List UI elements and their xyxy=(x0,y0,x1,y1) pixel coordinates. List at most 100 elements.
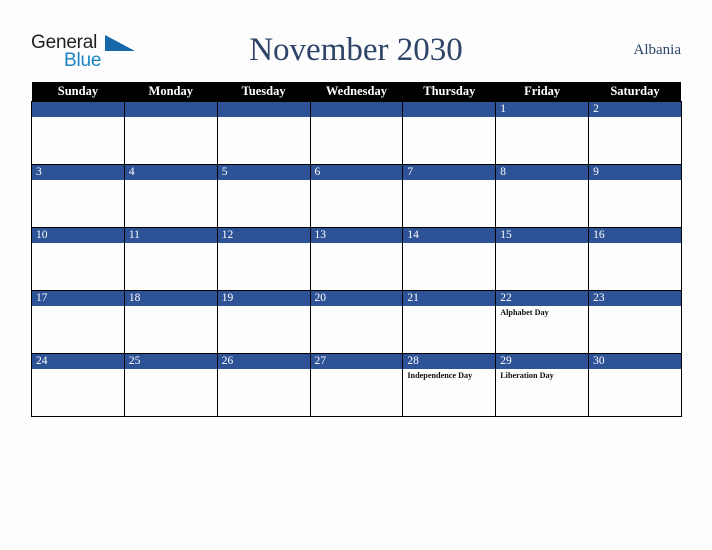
day-number: 9 xyxy=(589,165,681,180)
calendar-day-cell[interactable]: 19 xyxy=(216,290,311,354)
day-cell-body xyxy=(125,117,217,119)
calendar-day-cell[interactable]: 6 xyxy=(309,164,404,228)
calendar-week-row: 3456789 xyxy=(31,164,682,228)
day-cell-body xyxy=(311,306,403,308)
calendar-week-row: 12 xyxy=(31,101,682,165)
day-number: 28 xyxy=(403,354,496,369)
day-cell-body xyxy=(496,243,588,245)
day-number xyxy=(124,102,217,117)
calendar-day-cell[interactable]: 25 xyxy=(123,353,218,417)
day-cell-body xyxy=(125,180,217,182)
weekday-header-wednesday: Wednesday xyxy=(310,82,403,102)
day-number: 5 xyxy=(217,165,310,180)
day-cell-body xyxy=(32,369,124,371)
holiday-label: Alphabet Day xyxy=(500,308,549,317)
calendar-day-cell[interactable]: 28 Independence Day xyxy=(402,353,497,417)
calendar-day-cell[interactable]: 21 xyxy=(402,290,497,354)
weekday-header-monday: Monday xyxy=(124,82,218,102)
day-cell-body xyxy=(403,117,495,119)
calendar-empty-cell xyxy=(123,101,218,165)
day-number xyxy=(310,102,403,117)
day-number: 17 xyxy=(32,291,124,306)
calendar-page: General Blue November 2030 Albania Sunda… xyxy=(0,0,712,550)
day-number: 27 xyxy=(310,354,403,369)
calendar-day-cell[interactable]: 23 xyxy=(588,290,682,354)
day-cell-body: Liberation Day xyxy=(496,369,588,381)
day-number: 16 xyxy=(589,228,681,243)
day-cell-body xyxy=(218,243,310,245)
calendar-day-cell[interactable]: 10 xyxy=(31,227,125,291)
page-header: General Blue November 2030 Albania xyxy=(31,28,681,76)
calendar-day-cell[interactable]: 3 xyxy=(31,164,125,228)
calendar-week-row: 10 11 12 13 14 15 16 xyxy=(31,227,682,291)
day-number xyxy=(32,102,124,117)
calendar-day-cell[interactable]: 16 xyxy=(588,227,682,291)
day-number: 23 xyxy=(589,291,681,306)
day-cell-body xyxy=(496,117,588,119)
day-number: 11 xyxy=(124,228,217,243)
day-cell-body xyxy=(125,306,217,308)
calendar-day-cell[interactable]: 7 xyxy=(402,164,497,228)
day-number: 6 xyxy=(310,165,403,180)
day-number: 3 xyxy=(32,165,124,180)
calendar-grid: Sunday Monday Tuesday Wednesday Thursday… xyxy=(31,82,682,417)
calendar-day-cell[interactable]: 15 xyxy=(495,227,590,291)
day-cell-body xyxy=(589,180,681,182)
calendar-day-cell[interactable]: 8 xyxy=(495,164,590,228)
calendar-day-cell[interactable]: 26 xyxy=(216,353,311,417)
weekday-header-saturday: Saturday xyxy=(588,82,682,102)
calendar-day-cell[interactable]: 22 Alphabet Day xyxy=(495,290,590,354)
calendar-day-cell[interactable]: 1 xyxy=(495,101,590,165)
calendar-day-cell[interactable]: 17 xyxy=(31,290,125,354)
day-cell-body xyxy=(218,180,310,182)
day-number: 15 xyxy=(496,228,589,243)
day-cell-body xyxy=(589,369,681,371)
day-number: 20 xyxy=(310,291,403,306)
day-number: 7 xyxy=(403,165,496,180)
day-number: 2 xyxy=(589,102,681,117)
calendar-day-cell[interactable]: 14 xyxy=(402,227,497,291)
day-number: 14 xyxy=(403,228,496,243)
calendar-day-cell[interactable]: 11 xyxy=(123,227,218,291)
day-cell-body xyxy=(403,243,495,245)
calendar-day-cell[interactable]: 2 xyxy=(588,101,682,165)
day-cell-body: Independence Day xyxy=(403,369,495,381)
weekday-header-tuesday: Tuesday xyxy=(217,82,311,102)
day-number: 30 xyxy=(589,354,681,369)
country-label: Albania xyxy=(633,42,681,58)
page-title: November 2030 xyxy=(249,32,463,68)
day-cell-body xyxy=(125,369,217,371)
calendar-day-cell[interactable]: 24 xyxy=(31,353,125,417)
calendar-day-cell[interactable]: 29 Liberation Day xyxy=(495,353,590,417)
day-cell-body xyxy=(403,306,495,308)
holiday-label: Liberation Day xyxy=(500,371,554,380)
day-number: 29 xyxy=(496,354,589,369)
calendar-day-cell[interactable]: 27 xyxy=(309,353,404,417)
day-cell-body xyxy=(218,117,310,119)
calendar-day-cell[interactable]: 12 xyxy=(216,227,311,291)
day-number: 18 xyxy=(124,291,217,306)
day-cell-body xyxy=(218,306,310,308)
calendar-day-cell[interactable]: 4 xyxy=(123,164,218,228)
day-number: 21 xyxy=(403,291,496,306)
calendar-day-cell[interactable]: 9 xyxy=(588,164,682,228)
day-cell-body xyxy=(311,369,403,371)
day-number: 10 xyxy=(32,228,124,243)
weekday-header-sunday: Sunday xyxy=(31,82,125,102)
day-cell-body xyxy=(125,243,217,245)
day-number: 25 xyxy=(124,354,217,369)
day-number xyxy=(217,102,310,117)
day-cell-body xyxy=(311,243,403,245)
calendar-day-cell[interactable]: 13 xyxy=(309,227,404,291)
day-cell-body xyxy=(311,180,403,182)
holiday-label: Independence Day xyxy=(407,371,473,380)
calendar-body: 1 2 3 4 5 6 7 8 9 10 11 12 13 14 15 16 17 18 19 20 21 22 Alpha… xyxy=(31,101,682,417)
day-number: 1 xyxy=(496,102,589,117)
calendar-day-cell[interactable]: 20 xyxy=(309,290,404,354)
calendar-day-cell[interactable]: 18 xyxy=(123,290,218,354)
calendar-empty-cell xyxy=(309,101,404,165)
day-cell-body xyxy=(311,117,403,119)
calendar-day-cell[interactable]: 30 xyxy=(588,353,682,417)
calendar-empty-cell xyxy=(31,101,125,165)
calendar-day-cell[interactable]: 5 xyxy=(216,164,311,228)
